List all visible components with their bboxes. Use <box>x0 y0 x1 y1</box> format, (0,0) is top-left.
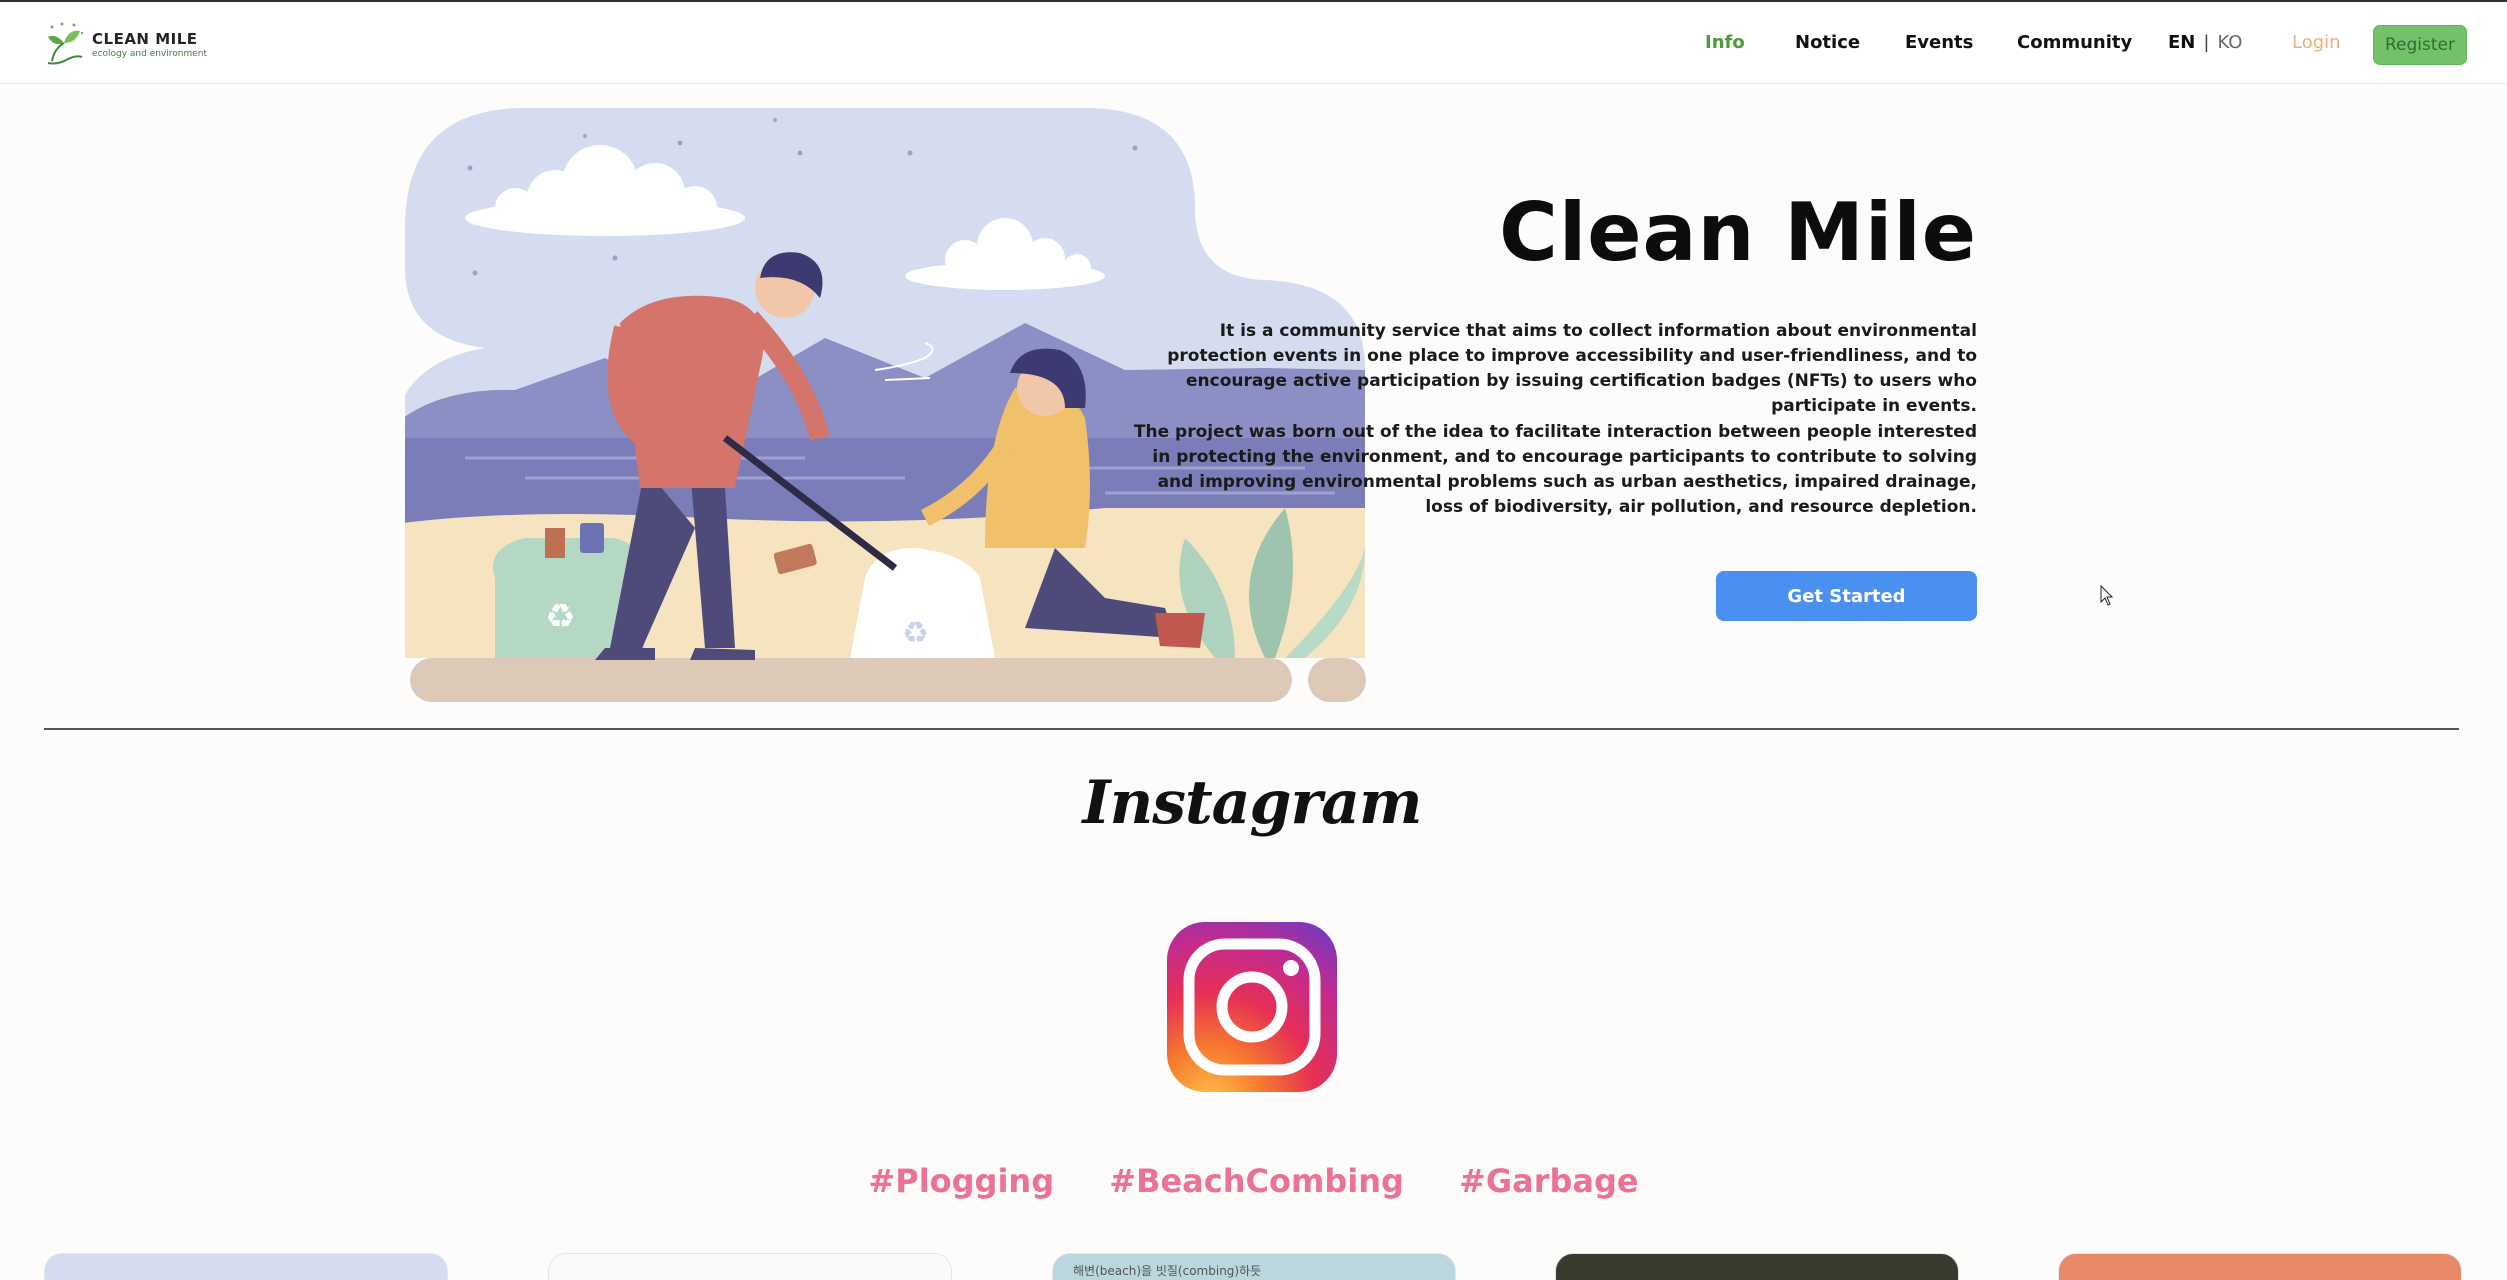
instagram-card[interactable] <box>548 1253 952 1280</box>
instagram-wordmark: Instagram <box>1082 768 1423 838</box>
lang-separator: | <box>2203 32 2210 53</box>
instagram-card[interactable] <box>2058 1253 2462 1280</box>
app-tagline: ecology and environment <box>92 48 208 59</box>
instagram-card[interactable] <box>1555 1253 1959 1280</box>
site-header: CLEAN MILE ecology and environment Info … <box>0 0 2507 84</box>
login-link[interactable]: Login <box>2292 32 2341 53</box>
hero-paragraph-2: The project was born out of the idea to … <box>1133 422 1977 517</box>
nav-notice[interactable]: Notice <box>1795 32 1860 53</box>
svg-text:♻: ♻ <box>902 616 929 651</box>
register-button[interactable]: Register <box>2373 25 2467 65</box>
get-started-button[interactable]: Get Started <box>1716 571 1977 621</box>
hashtag-garbage[interactable]: #Garbage <box>1459 1162 1639 1200</box>
hashtag-beachcombing[interactable]: #BeachCombing <box>1109 1162 1404 1200</box>
hashtag-list: #Plogging #BeachCombing #Garbage <box>0 1162 2507 1200</box>
sprout-icon <box>47 22 84 65</box>
nav-events[interactable]: Events <box>1905 32 1973 53</box>
hero-title: Clean Mile <box>1499 186 1977 279</box>
instagram-card-row: 해변(beach)을 빗질(combing)하듯 <box>0 1253 2507 1280</box>
svg-text:♻: ♻ <box>545 597 575 637</box>
language-switcher: EN | KO <box>2168 32 2242 53</box>
instagram-card[interactable]: 해변(beach)을 빗질(combing)하듯 <box>1052 1253 1456 1280</box>
nav-info[interactable]: Info <box>1705 32 1745 53</box>
section-divider <box>44 728 2459 730</box>
hashtag-plogging[interactable]: #Plogging <box>868 1162 1054 1200</box>
nav-community[interactable]: Community <box>2017 32 2132 53</box>
lang-ko[interactable]: KO <box>2217 32 2242 53</box>
app-name: CLEAN MILE <box>92 29 198 48</box>
mouse-cursor-icon <box>2100 585 2114 606</box>
lang-en[interactable]: EN <box>2168 32 2195 53</box>
instagram-icon[interactable] <box>1167 922 1337 1092</box>
logo[interactable]: CLEAN MILE ecology and environment <box>42 18 212 70</box>
hero-paragraph-1: It is a community service that aims to c… <box>1167 321 1977 416</box>
instagram-card[interactable] <box>44 1253 448 1280</box>
